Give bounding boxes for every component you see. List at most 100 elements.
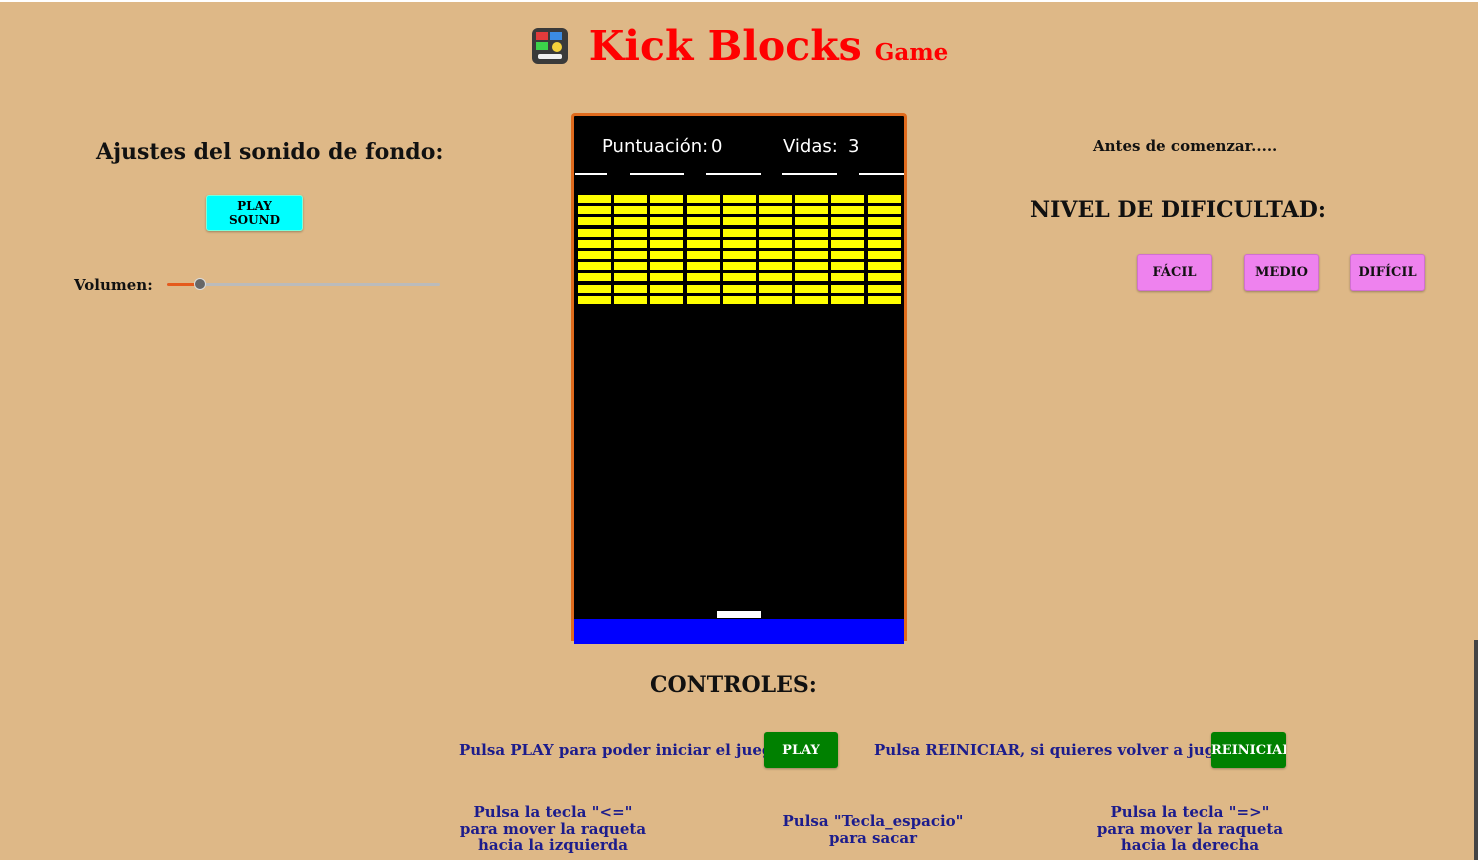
hint-left-line: hacia la izquierda [478,836,628,854]
top-border [0,0,1478,2]
brick [831,206,865,215]
hint-right-line: hacia la derecha [1120,836,1260,854]
brick [578,251,611,259]
score-label: Puntuación: [602,136,709,157]
game-board[interactable]: Puntuación: 0 Vidas: 3 [571,113,907,644]
brick [722,206,756,215]
brick [831,273,865,282]
brick [686,217,720,226]
brick [578,239,611,248]
play-button[interactable]: PLAY [764,732,838,768]
brick [650,217,684,226]
hint-right-line: para mover la raqueta [1096,819,1284,838]
brick [759,284,792,293]
brick [795,295,829,304]
game-logo-icon [530,26,570,70]
hud-divider [575,173,607,175]
hint-center-line: Pulsa "Tecla_espacio" [782,812,964,830]
brick [759,295,792,304]
restart-button[interactable]: REINICIAR [1211,732,1286,768]
brick [795,195,829,203]
easy-level-button[interactable]: FÁCIL [1137,254,1212,291]
brick [759,217,792,226]
brick [578,262,611,271]
brick [614,273,648,282]
brick [686,262,720,271]
brick [795,262,829,271]
volume-label: Volumen: [74,276,153,294]
sound-settings-heading: Ajustes del sonido de fondo: [96,139,444,165]
brick [867,217,901,226]
brick [650,206,684,215]
brick [722,295,756,304]
brick [578,273,611,282]
play-instruction: Pulsa PLAY para poder iniciar el juego: [459,741,788,759]
floor-zone [574,619,904,644]
brick [650,228,684,237]
hud-divider [782,173,837,175]
brick [650,195,684,203]
brick [578,295,611,304]
hint-center: Pulsa "Tecla_espacio" para sacar [753,813,993,846]
restart-instruction: Pulsa REINICIAR, si quieres volver a jug… [874,741,1239,759]
brick [722,262,756,271]
brick [614,228,648,237]
brick [686,239,720,248]
hard-level-button[interactable]: DIFÍCIL [1350,254,1425,291]
brick [722,195,756,203]
scrollbar[interactable] [1474,640,1478,860]
brick [795,239,829,248]
brick [614,206,648,215]
play-sound-button[interactable]: PLAY SOUND [206,195,303,231]
brick [722,217,756,226]
brick [614,239,648,248]
brick [759,239,792,248]
brick [795,206,829,215]
brick [686,228,720,237]
brick [722,228,756,237]
lives-value: 3 [848,136,860,157]
brick [578,206,611,215]
brick [614,217,648,226]
brick [614,262,648,271]
brick [686,284,720,293]
brick [686,251,720,259]
volume-slider-thumb[interactable] [194,278,206,290]
brick [831,217,865,226]
brick [759,273,792,282]
brick [686,295,720,304]
brick [867,206,901,215]
brick [722,251,756,259]
game-subtitle: Game [874,39,949,66]
brick [867,262,901,271]
brick [867,228,901,237]
brick [614,284,648,293]
brick [831,195,865,203]
hud-divider [859,173,904,175]
page-header: Kick Blocks Game [0,22,1478,70]
brick [578,284,611,293]
brick [831,251,865,259]
brick [686,206,720,215]
brick [722,284,756,293]
medium-level-button[interactable]: MEDIO [1244,254,1319,291]
game-title: Kick Blocks [588,22,862,70]
hint-left-line: para mover la raqueta [459,819,647,838]
brick [650,273,684,282]
brick [578,195,611,203]
brick [722,273,756,282]
brick [867,284,901,293]
brick [759,195,792,203]
brick [614,295,648,304]
brick [795,217,829,226]
brick [614,251,648,259]
brick [831,239,865,248]
lives-label: Vidas: [783,136,838,157]
brick [578,228,611,237]
brick [795,251,829,259]
volume-slider[interactable] [167,278,440,290]
brick [795,228,829,237]
paddle [717,611,761,618]
brick [867,295,901,304]
brick [867,251,901,259]
